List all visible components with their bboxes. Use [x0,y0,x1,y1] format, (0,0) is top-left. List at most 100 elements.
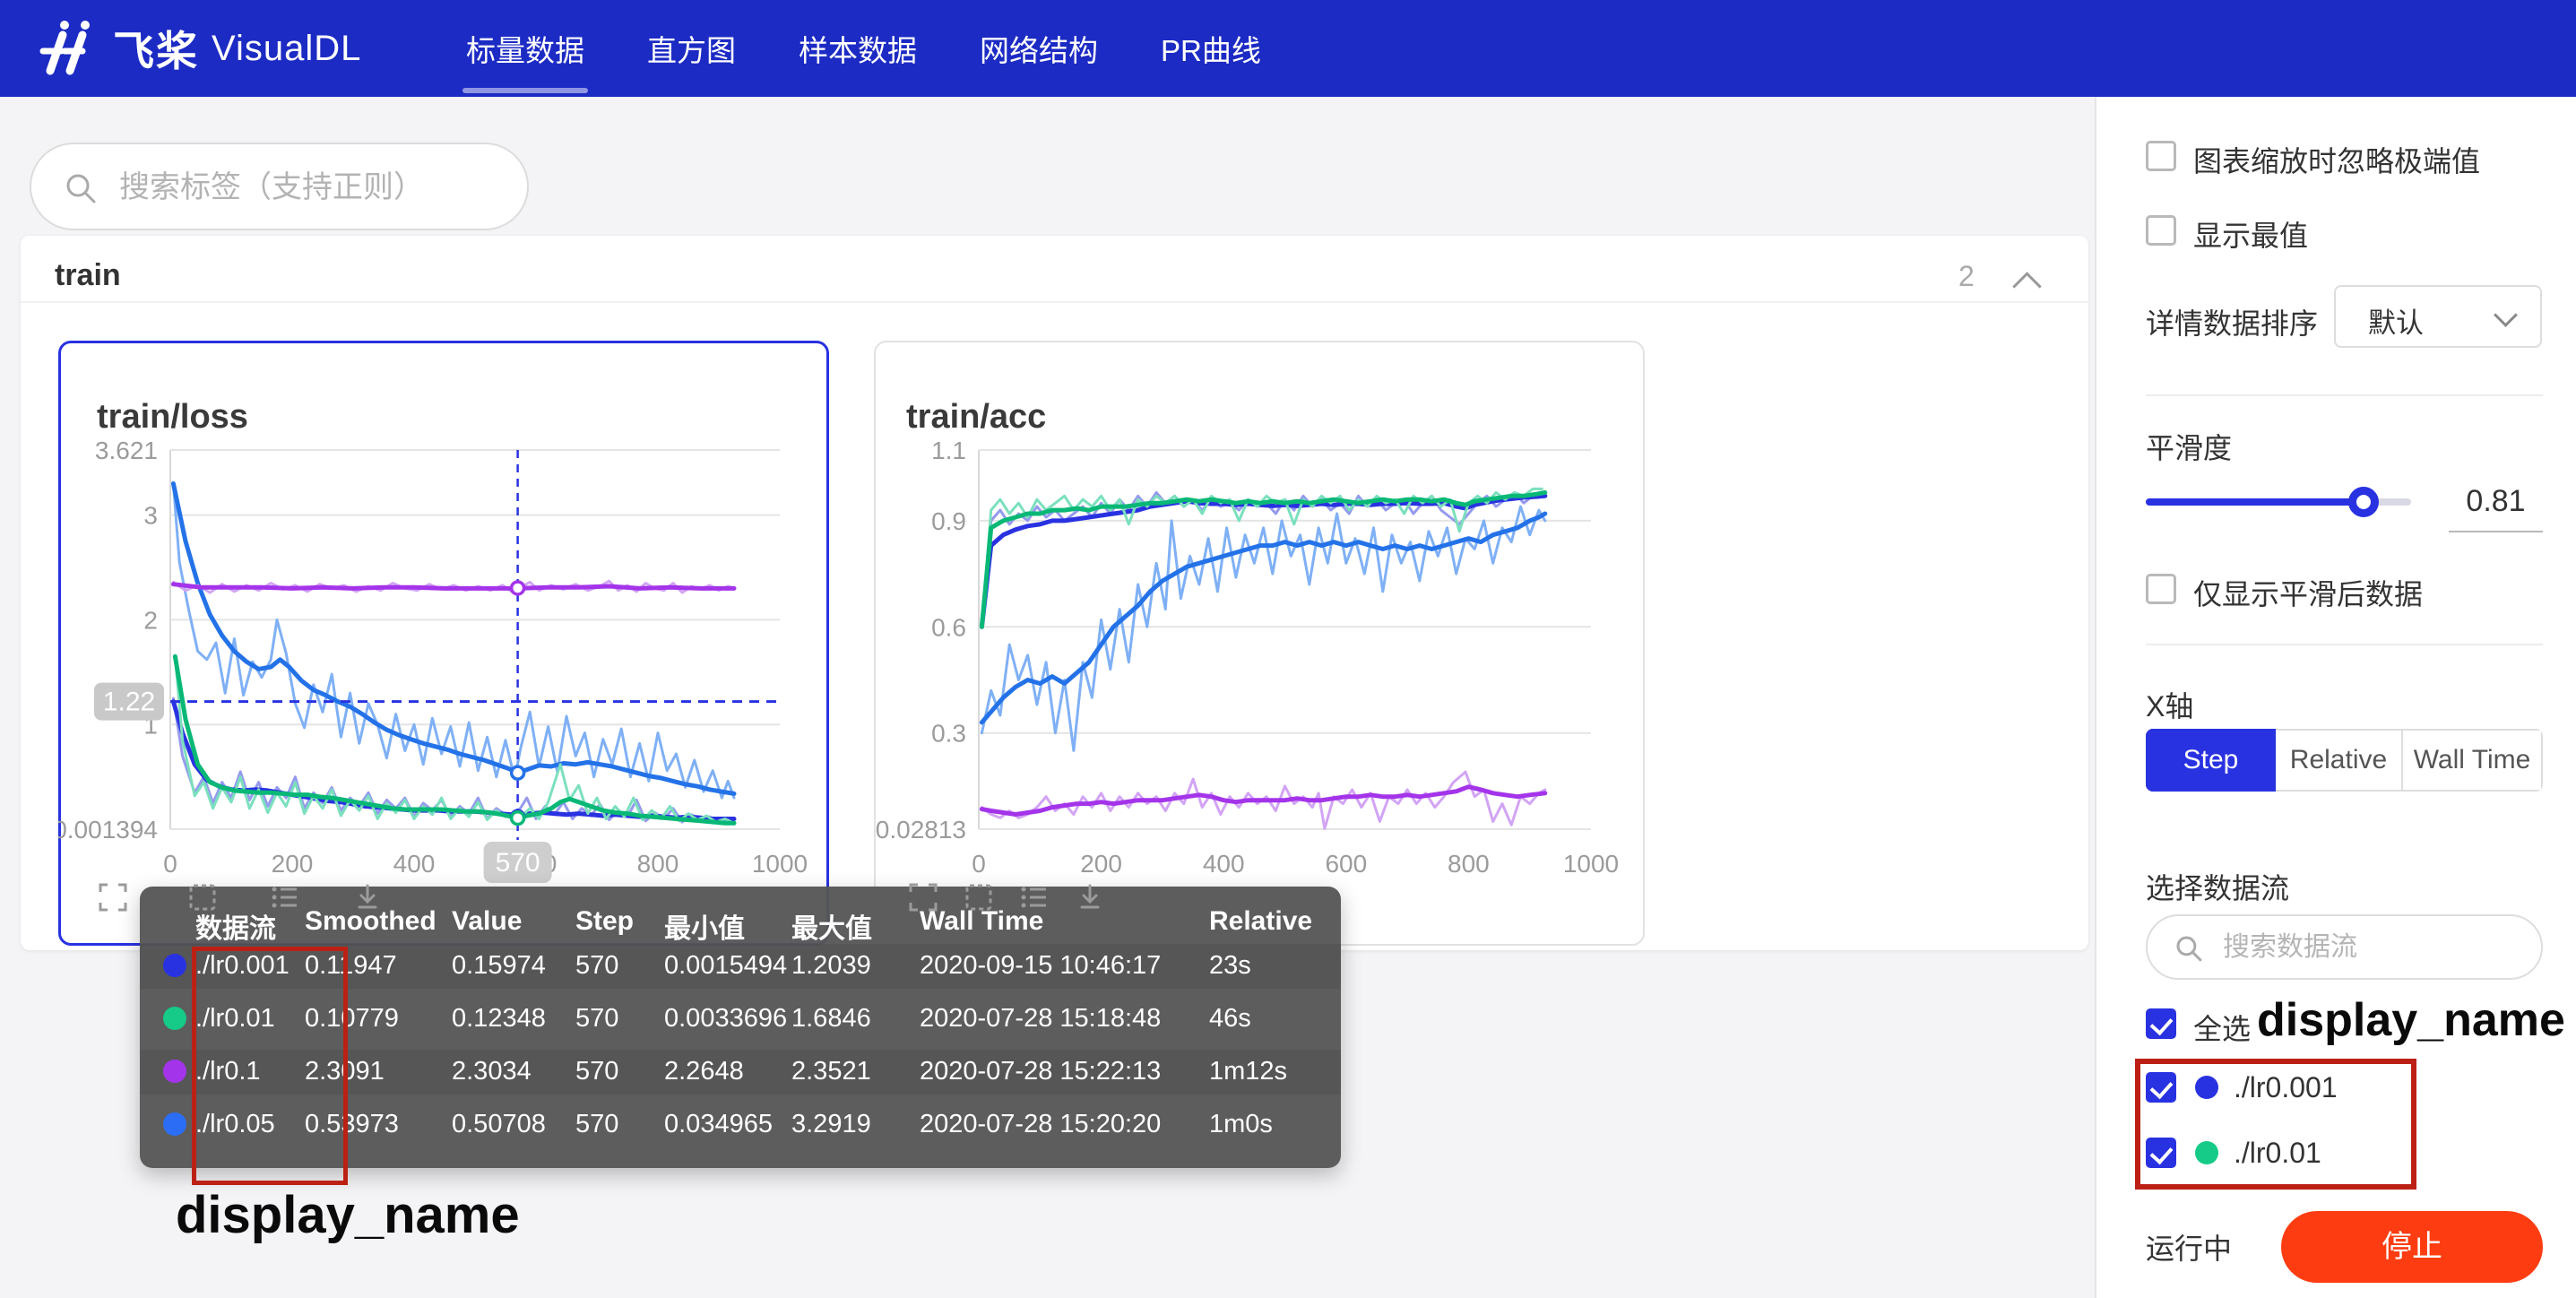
smoothness-value[interactable]: 0.81 [2449,484,2543,519]
search-icon [2173,932,2205,965]
tab-graph[interactable]: 网络结构 [980,27,1098,70]
tab-scalar[interactable]: 标量数据 [466,27,584,70]
runs-search [2146,914,2543,980]
select-runs-label: 选择数据流 [2146,866,2289,907]
tooltip-cell: 2.3521 [791,1057,871,1086]
tooltip-cell: 23s [1209,951,1251,981]
svg-text:0.6: 0.6 [931,613,966,641]
svg-text:3: 3 [143,502,158,530]
train-acc-chart[interactable]: 1.10.90.60.30.0281302004006008001000 [874,341,1645,946]
svg-text:0.9: 0.9 [931,507,966,535]
tooltip-cell: 46s [1209,1004,1251,1034]
svg-text:0.02813: 0.02813 [876,816,966,844]
logo-text-en: VisualDL [212,29,361,69]
sort-dropdown[interactable]: 默认 [2334,285,2542,348]
tooltip-cell: 0.034965 [664,1110,773,1139]
tooltip-cell: 570 [575,1057,618,1086]
tab-samples[interactable]: 样本数据 [799,27,917,70]
xaxis-walltime-button[interactable]: Wall Time [2403,729,2543,792]
tooltip-row: ./lr0.12.30912.30345702.26482.35212020-0… [140,1050,1341,1095]
download-icon[interactable] [351,881,384,913]
svg-text:400: 400 [1203,850,1245,878]
svg-text:3.621: 3.621 [95,437,158,464]
tooltip-cell: 1m0s [1209,1110,1273,1139]
slider-handle[interactable] [2348,487,2379,517]
tooltip-cell: 2020-07-28 15:18:48 [920,1004,1161,1034]
tooltip-header-cell: Value [452,906,522,937]
tooltip-cell: 0.12348 [452,1004,546,1034]
tooltip-cell: 0.10779 [305,1004,399,1034]
tooltip-cell: 0.15974 [452,951,546,981]
stop-button[interactable]: 停止 [2281,1211,2543,1283]
tooltip-cell: ./lr0.01 [195,1004,275,1034]
tooltip-header-cell: Step [575,906,634,937]
run-label[interactable]: ./lr0.01 [2234,1137,2321,1170]
svg-text:0: 0 [972,850,986,878]
tooltip-cell: 2020-07-28 15:22:13 [920,1057,1161,1086]
reset-zoom-icon[interactable] [963,881,995,913]
tooltip-row: ./lr0.050.539730.507085700.0349653.29192… [140,1103,1341,1147]
tooltip-cell: 570 [575,951,618,981]
tooltip-cell: 0.11947 [305,951,397,981]
svg-text:600: 600 [1325,850,1367,878]
ignore-extremes-checkbox[interactable] [2146,141,2176,171]
svg-text:0.3: 0.3 [931,720,966,748]
group-chart-count: 2 [1958,260,1975,293]
run-color-dot [163,1112,186,1136]
tooltip-row: ./lr0.010.107790.123485700.00336961.6846… [140,997,1341,1042]
run-checkbox[interactable] [2146,1138,2176,1168]
sidebar-divider [2146,394,2543,396]
running-status-label: 运行中 [2146,1226,2232,1268]
run-color-dot [163,954,186,977]
run-label[interactable]: ./lr0.001 [2234,1071,2338,1104]
tooltip-cell: 2.3091 [305,1057,385,1086]
download-icon[interactable] [1074,881,1106,913]
tooltip-cell: 0.0033696 [664,1004,787,1034]
xaxis-step-button[interactable]: Step [2146,729,2276,792]
tab-pr-curve[interactable]: PR曲线 [1161,27,1261,70]
svg-text:1000: 1000 [752,850,808,878]
top-nav: 飞桨 VisualDL 标量数据 直方图 样本数据 网络结构 PR曲线 中 | … [0,0,2576,97]
logo-text-cn: 飞桨 [113,19,199,78]
search-icon [62,169,99,207]
annotation-display-name-main: display_name [176,1185,520,1245]
tooltip-cell: 2.3034 [452,1057,532,1086]
expand-icon[interactable] [97,881,129,913]
group-title: train [55,258,121,293]
sort-label: 详情数据排序 [2146,301,2318,342]
select-all-checkbox[interactable] [2146,1008,2176,1039]
tooltip-cell: 1.6846 [791,1004,871,1034]
tooltip-header-cell: 最大值 [791,906,872,946]
tooltip-cell: 0.50708 [452,1110,546,1139]
train-loss-chart[interactable]: 3.6213210.001394020040060080010001.22570 [58,341,829,946]
runs-list-icon[interactable] [1018,881,1050,913]
chevron-down-icon [2494,303,2518,327]
tooltip-cell: 2.2648 [664,1057,744,1086]
tooltip-cell: ./lr0.001 [195,951,290,981]
tag-search-input[interactable] [117,166,506,209]
run-color-dot [2195,1076,2218,1099]
smoothed-only-checkbox[interactable] [2146,574,2176,604]
smoothed-only-label: 仅显示平滑后数据 [2193,572,2423,613]
tab-histogram[interactable]: 直方图 [647,27,736,70]
runs-search-input[interactable] [2221,929,2520,966]
smoothness-value-underline [2449,531,2543,532]
svg-text:1000: 1000 [1563,850,1619,878]
expand-icon[interactable] [907,881,939,913]
run-checkbox[interactable] [2146,1072,2176,1103]
show-extremum-checkbox[interactable] [2146,215,2176,246]
tooltip-cell: 1m12s [1209,1057,1287,1086]
tooltip-cell: 1.2039 [791,951,871,981]
sort-dropdown-value: 默认 [2368,300,2424,341]
select-all-label: 全选 [2193,1007,2251,1048]
ignore-extremes-label: 图表缩放时忽略极端值 [2193,139,2480,180]
reset-zoom-icon[interactable] [186,881,219,913]
paddle-logo-icon [34,15,100,82]
visualdl-app: 飞桨 VisualDL 标量数据 直方图 样本数据 网络结构 PR曲线 中 | … [0,0,2576,1298]
chart-tooltip: 数据流SmoothedValueStep最小值最大值Wall TimeRelat… [140,887,1341,1168]
xaxis-button-group: Step Relative Wall Time [2146,729,2543,792]
svg-text:800: 800 [1448,850,1490,878]
xaxis-relative-button[interactable]: Relative [2276,729,2403,792]
runs-list-icon[interactable] [269,881,301,913]
svg-text:1.22: 1.22 [103,688,155,717]
